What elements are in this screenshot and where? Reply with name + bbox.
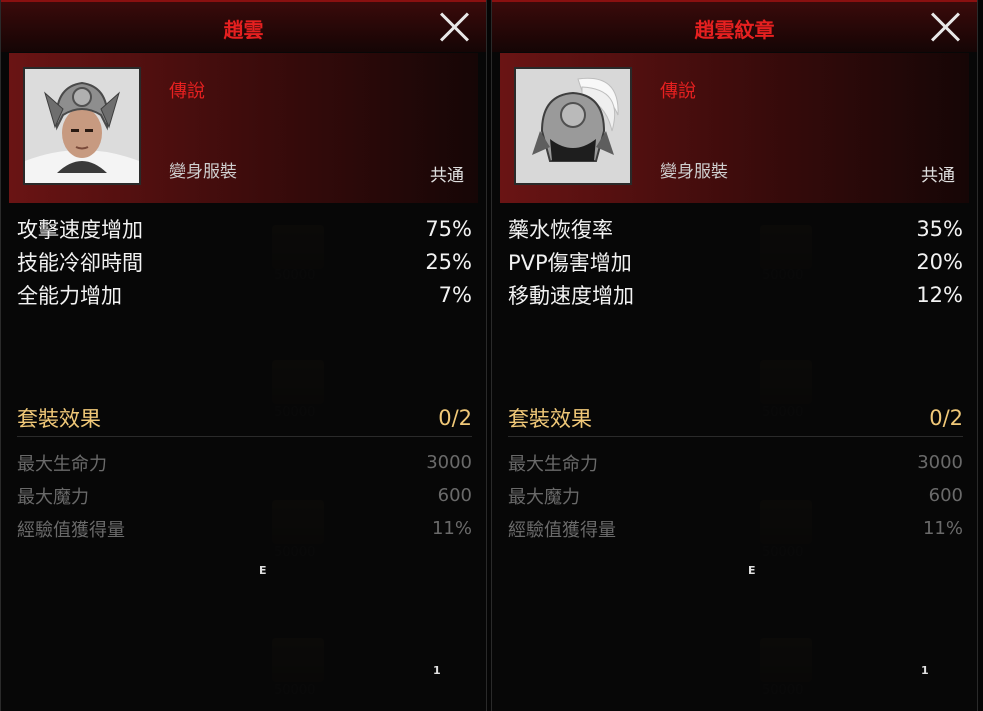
set-effect-progress: 0/2 [438, 406, 472, 430]
set-effect-value: 11% [922, 518, 963, 539]
stat-label: 藥水恢復率 [508, 217, 613, 242]
set-effect-header: 套裝效果 0/2 [508, 400, 963, 437]
rarity-label: 傳說 [660, 81, 696, 102]
panel-title: 趙雲 [223, 18, 264, 42]
item-header-card: 傳說 變身服裝 共通 [9, 53, 478, 203]
marker-e: E [748, 564, 756, 577]
set-effect-name: 最大生命力 [508, 453, 598, 475]
class-scope: 共通 [921, 166, 955, 186]
stat-row: 全能力增加 7% [17, 278, 472, 311]
marker-1: 1 [433, 664, 441, 677]
panel-title: 趙雲紋章 [694, 18, 775, 42]
set-effect-name: 最大魔力 [508, 486, 580, 508]
set-effect-value: 3000 [917, 452, 963, 473]
title-bar: 趙雲 [1, 0, 486, 52]
costume-detail-panel-right: 趙雲紋章 傳說 變身服裝 共通 藥水恢復率 35% PVP傷害增加 20% 移動… [491, 0, 978, 711]
stat-row: 移動速度增加 12% [508, 278, 963, 311]
stat-label: 攻擊速度增加 [17, 217, 143, 242]
set-effect-row: 最大生命力 3000 [508, 446, 963, 479]
marker-1: 1 [921, 664, 929, 677]
stat-label: PVP傷害增加 [508, 250, 632, 275]
set-effect-list: 最大生命力 3000 最大魔力 600 經驗值獲得量 11% [17, 446, 472, 545]
set-effect-label: 套裝效果 [508, 407, 592, 431]
stat-value: 25% [425, 249, 472, 274]
set-effect-value: 3000 [426, 452, 472, 473]
set-effect-name: 經驗值獲得量 [17, 519, 125, 541]
stat-row: PVP傷害增加 20% [508, 245, 963, 278]
set-effect-name: 最大生命力 [17, 453, 107, 475]
set-effect-row: 最大生命力 3000 [17, 446, 472, 479]
set-effect-value: 600 [928, 485, 963, 506]
title-bar: 趙雲紋章 [492, 0, 977, 52]
set-effect-header: 套裝效果 0/2 [17, 400, 472, 437]
close-icon[interactable] [929, 10, 963, 44]
stat-value: 12% [916, 282, 963, 307]
stat-value: 75% [425, 216, 472, 241]
stat-list: 藥水恢復率 35% PVP傷害增加 20% 移動速度增加 12% [508, 212, 963, 311]
stat-row: 藥水恢復率 35% [508, 212, 963, 245]
stat-list: 攻擊速度增加 75% 技能冷卻時間 25% 全能力增加 7% [17, 212, 472, 311]
stat-label: 移動速度增加 [508, 283, 634, 308]
stat-row: 攻擊速度增加 75% [17, 212, 472, 245]
close-icon[interactable] [438, 10, 472, 44]
set-effect-value: 11% [431, 518, 472, 539]
set-effect-label: 套裝效果 [17, 407, 101, 431]
set-effect-progress: 0/2 [929, 406, 963, 430]
item-header-card: 傳說 變身服裝 共通 [500, 53, 969, 203]
stat-value: 35% [916, 216, 963, 241]
set-effect-row: 最大魔力 600 [508, 479, 963, 512]
stat-label: 全能力增加 [17, 283, 122, 308]
set-effect-row: 經驗值獲得量 11% [508, 512, 963, 545]
set-effect-name: 最大魔力 [17, 486, 89, 508]
silver-helmet-emblem-icon [514, 67, 632, 185]
set-effect-row: 最大魔力 600 [17, 479, 472, 512]
stat-value: 20% [916, 249, 963, 274]
stat-label: 技能冷卻時間 [17, 250, 143, 275]
stat-row: 技能冷卻時間 25% [17, 245, 472, 278]
set-effect-name: 經驗值獲得量 [508, 519, 616, 541]
helmeted-warrior-portrait-icon [23, 67, 141, 185]
costume-detail-panel-left: 趙雲 傳說 變身服裝 共通 攻擊速度增加 75% 技能冷卻時間 25% 全能力增… [0, 0, 487, 711]
set-effect-row: 經驗值獲得量 11% [17, 512, 472, 545]
class-scope: 共通 [430, 166, 464, 186]
set-effect-value: 600 [437, 485, 472, 506]
item-category: 變身服裝 [169, 162, 237, 182]
set-effect-list: 最大生命力 3000 最大魔力 600 經驗值獲得量 11% [508, 446, 963, 545]
rarity-label: 傳說 [169, 81, 205, 102]
marker-e: E [259, 564, 267, 577]
item-category: 變身服裝 [660, 162, 728, 182]
stat-value: 7% [438, 282, 472, 307]
